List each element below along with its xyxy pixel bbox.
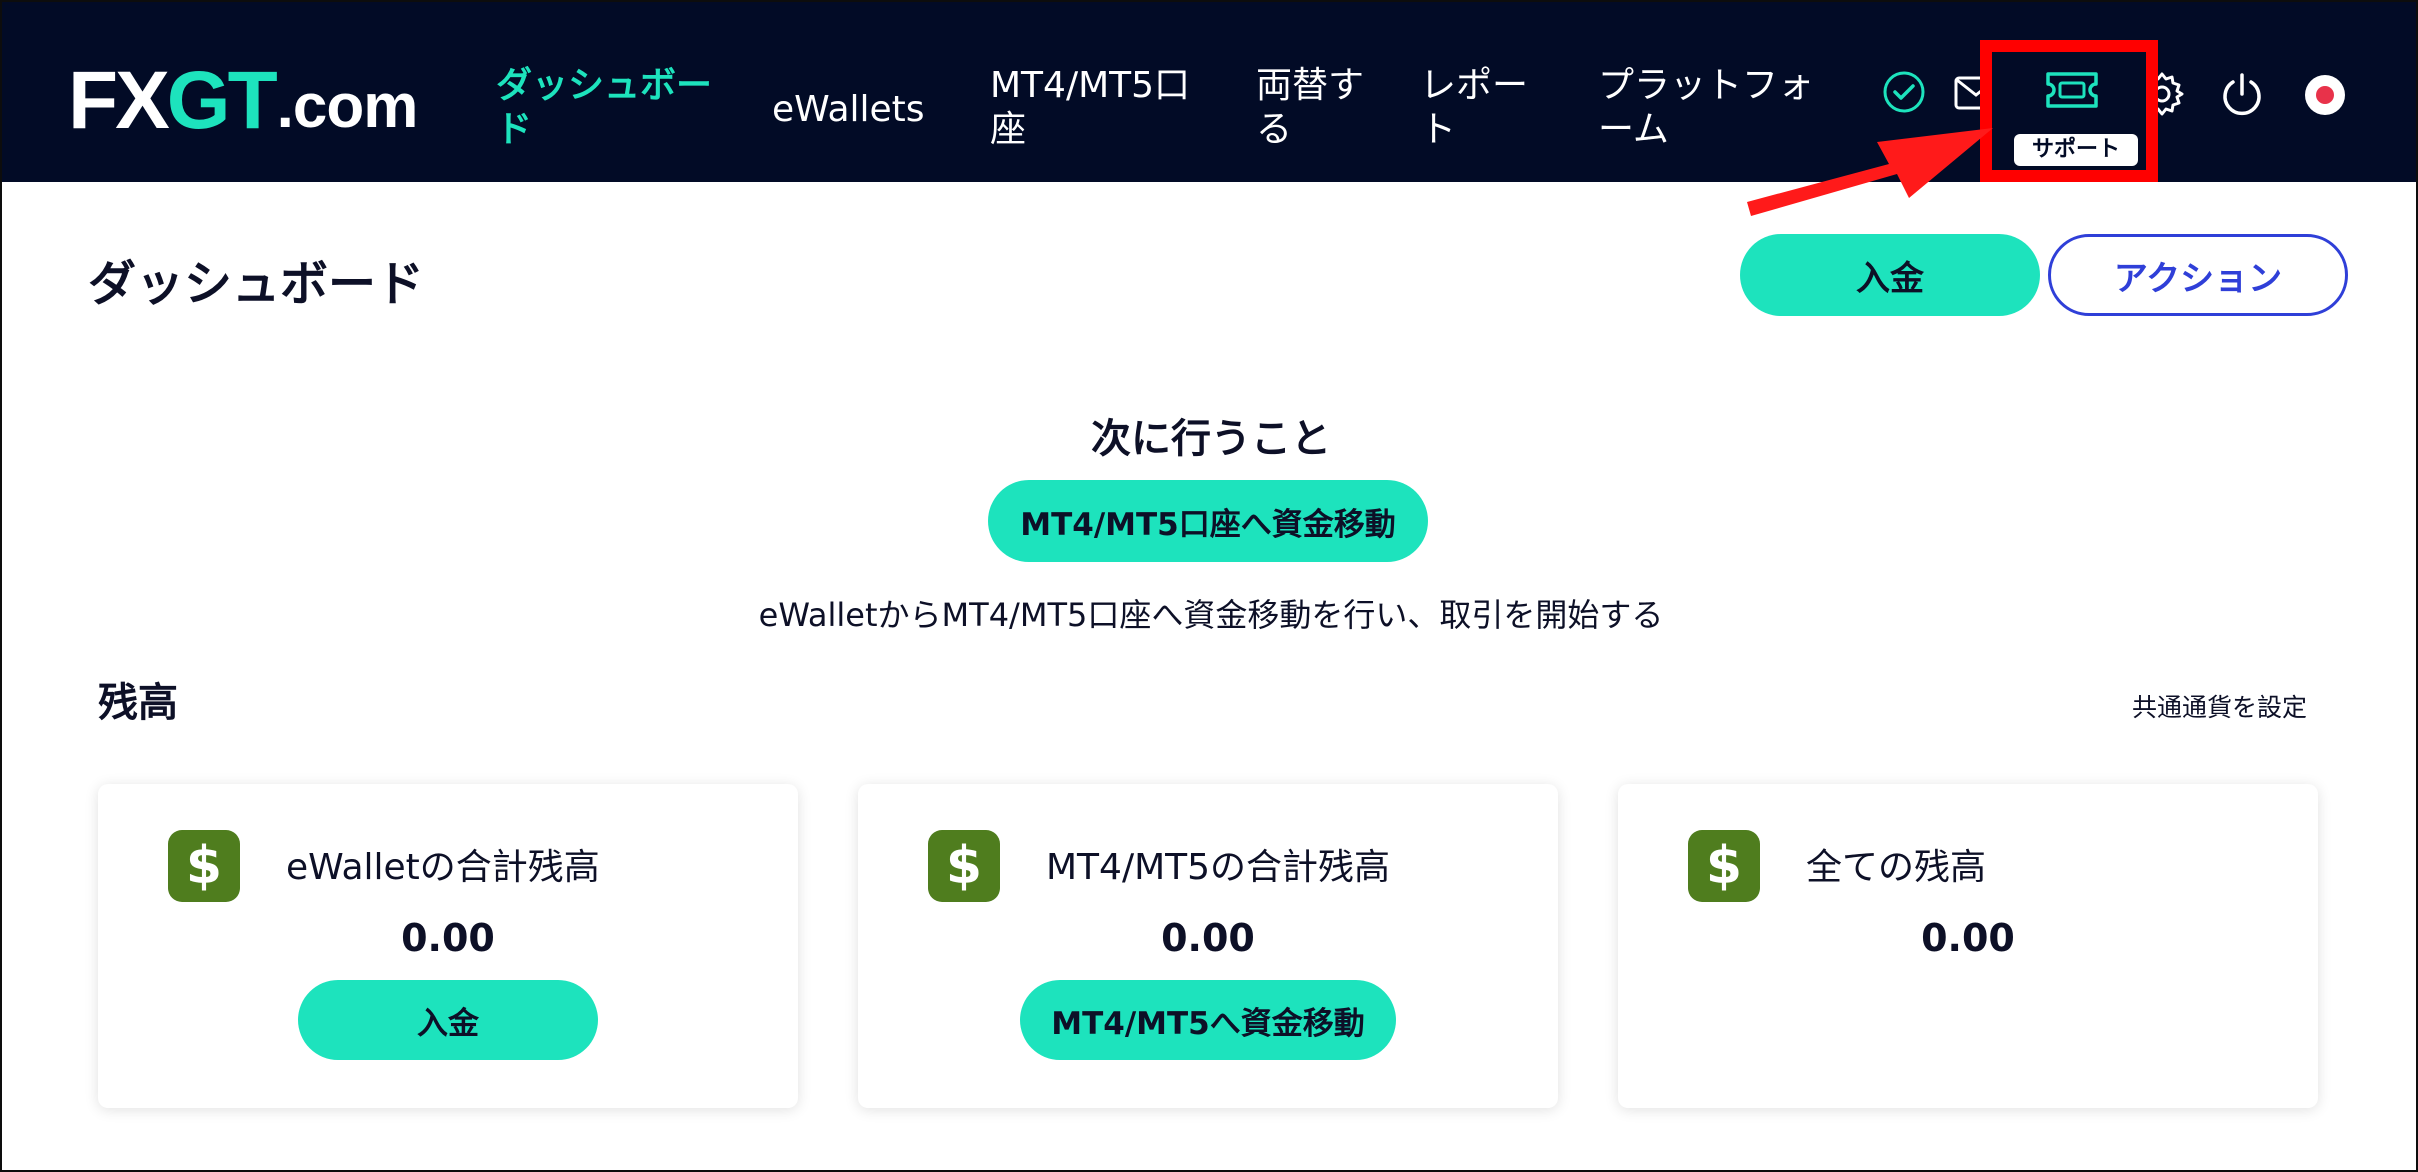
next-steps-title: 次に行うこと	[1091, 416, 1331, 462]
logo-com: .com	[276, 72, 419, 141]
red-arrow-annotation	[1747, 120, 1997, 230]
dollar-icon: $	[1688, 830, 1760, 902]
nav-accounts[interactable]: MT4/MT5口 座	[990, 64, 1190, 152]
balance-section-title: 残高	[98, 680, 178, 726]
dollar-icon: $	[928, 830, 1000, 902]
card-label: MT4/MT5の合計残高	[1046, 847, 1391, 888]
nav-dashboard[interactable]: ダッシュボー ド	[496, 64, 712, 152]
deposit-button[interactable]: 入金	[1740, 234, 2040, 316]
support-highlight-box: サポート	[1980, 40, 2158, 182]
action-button[interactable]: アクション	[2048, 234, 2348, 316]
transfer-to-mt-account-button[interactable]: MT4/MT5口座へ資金移動	[988, 480, 1428, 562]
mt-balance-card: $ MT4/MT5の合計残高 0.00 MT4/MT5へ資金移動	[858, 784, 1558, 1108]
support-tooltip: サポート	[2014, 134, 2138, 166]
fxgt-logo[interactable]: FX GT .com	[68, 50, 419, 146]
nav-platform-line1: プラットフォ	[1598, 65, 1815, 106]
power-icon[interactable]	[2218, 70, 2266, 118]
flag-japan-icon[interactable]	[2304, 74, 2346, 116]
top-navbar: FX GT .com ダッシュボー ド eWallets MT4/MT5口 座 両替…	[2, 2, 2416, 182]
nav-exchange[interactable]: 両替す る	[1256, 64, 1364, 152]
nav-accounts-line2: 座	[990, 109, 1027, 150]
card-amount: 0.00	[1921, 916, 2015, 960]
nav-accounts-line1: MT4/MT5口	[990, 65, 1191, 106]
total-balance-card: $ 全ての残高 0.00	[1618, 784, 2318, 1108]
ewallet-balance-card: $ eWalletの合計残高 0.00 入金	[98, 784, 798, 1108]
logo-gt: GT	[166, 55, 278, 146]
dollar-icon: $	[168, 830, 240, 902]
card-transfer-button[interactable]: MT4/MT5へ資金移動	[1020, 980, 1396, 1060]
page-title: ダッシュボード	[88, 256, 425, 312]
card-label: eWalletの合計残高	[286, 847, 600, 888]
card-deposit-button[interactable]: 入金	[298, 980, 598, 1060]
logo-fx: FX	[68, 55, 170, 146]
ticket-icon[interactable]	[2044, 70, 2100, 110]
nav-report[interactable]: レポー ト	[1420, 64, 1528, 152]
nav-exchange-line2: る	[1256, 109, 1293, 150]
nav-dashboard-line2: ド	[496, 109, 533, 150]
verified-check-icon[interactable]	[1880, 68, 1928, 116]
nav-report-line2: ト	[1420, 109, 1457, 150]
set-common-currency-link[interactable]: 共通通貨を設定	[2132, 688, 2307, 724]
nav-dashboard-line1: ダッシュボー	[496, 65, 713, 106]
nav-ewallets[interactable]: eWallets	[772, 88, 925, 132]
card-amount: 0.00	[401, 916, 495, 960]
nav-exchange-line1: 両替す	[1256, 65, 1365, 106]
card-amount: 0.00	[1161, 916, 1255, 960]
card-label: 全ての残高	[1806, 847, 1987, 888]
next-steps-description: eWalletからMT4/MT5口座へ資金移動を行い、取引を開始する	[758, 596, 1664, 634]
nav-report-line1: レポー	[1420, 65, 1529, 106]
app-window: FX GT .com ダッシュボー ド eWallets MT4/MT5口 座 両替…	[0, 0, 2418, 1172]
